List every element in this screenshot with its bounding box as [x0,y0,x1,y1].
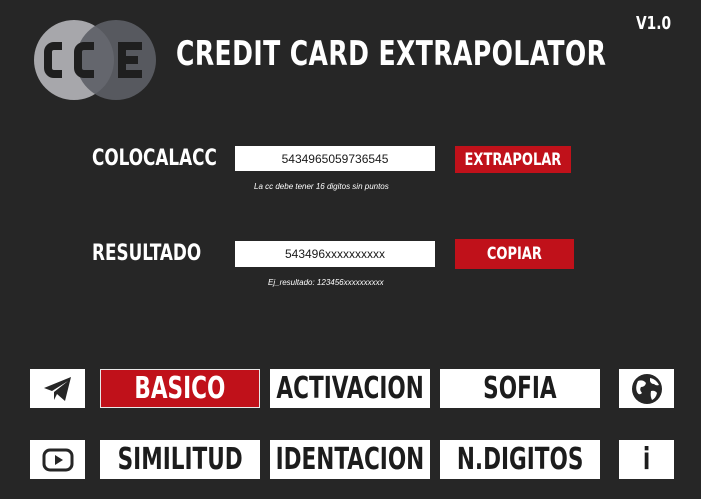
result-hint: Ej_resultado: 123456xxxxxxxxxx [268,278,384,287]
version-label: V1.0 [636,13,672,34]
extrapolar-button[interactable]: EXTRAPOLAR [455,146,571,173]
result-label: RESULTADO [92,241,202,266]
copiar-button-label: COPIAR [486,244,543,264]
cc-input-hint: La cc debe tener 16 digitos sin puntos [254,182,389,191]
cce-logo [32,15,158,105]
mode-similitud-label: SIMILITUD [117,442,243,477]
mode-ndigitos-label: N.DIGITOS [456,442,584,477]
copiar-button[interactable]: COPIAR [455,239,574,269]
result-field[interactable]: 543496xxxxxxxxxx [235,241,435,267]
mode-identacion-button[interactable]: IDENTACION [270,440,430,479]
info-icon: i [642,442,651,477]
info-button[interactable]: i [619,440,674,479]
web-button[interactable] [619,369,674,408]
logo-graphic [34,20,156,100]
mode-activacion-button[interactable]: ACTIVACION [270,369,430,408]
youtube-button[interactable] [30,440,85,479]
mode-basico-label: BASICO [134,371,226,406]
mode-sofia-button[interactable]: SOFIA [440,369,600,408]
telegram-icon [43,376,71,401]
mode-basico-button[interactable]: BASICO [100,369,260,408]
mode-identacion-label: IDENTACION [275,442,425,477]
telegram-button[interactable] [30,369,85,408]
mode-sofia-label: SOFIA [483,371,557,406]
extrapolar-button-label: EXTRAPOLAR [464,149,562,170]
cc-input-field[interactable]: 5434965059736545 [235,146,435,171]
app-title: CREDIT CARD EXTRAPOLATOR [176,34,607,74]
mode-ndigitos-button[interactable]: N.DIGITOS [440,440,600,479]
globe-icon [631,373,662,404]
youtube-icon [42,448,73,471]
mode-similitud-button[interactable]: SIMILITUD [100,440,260,479]
mode-activacion-label: ACTIVACION [276,371,424,406]
cc-input-label: COLOCALACC [92,146,217,171]
